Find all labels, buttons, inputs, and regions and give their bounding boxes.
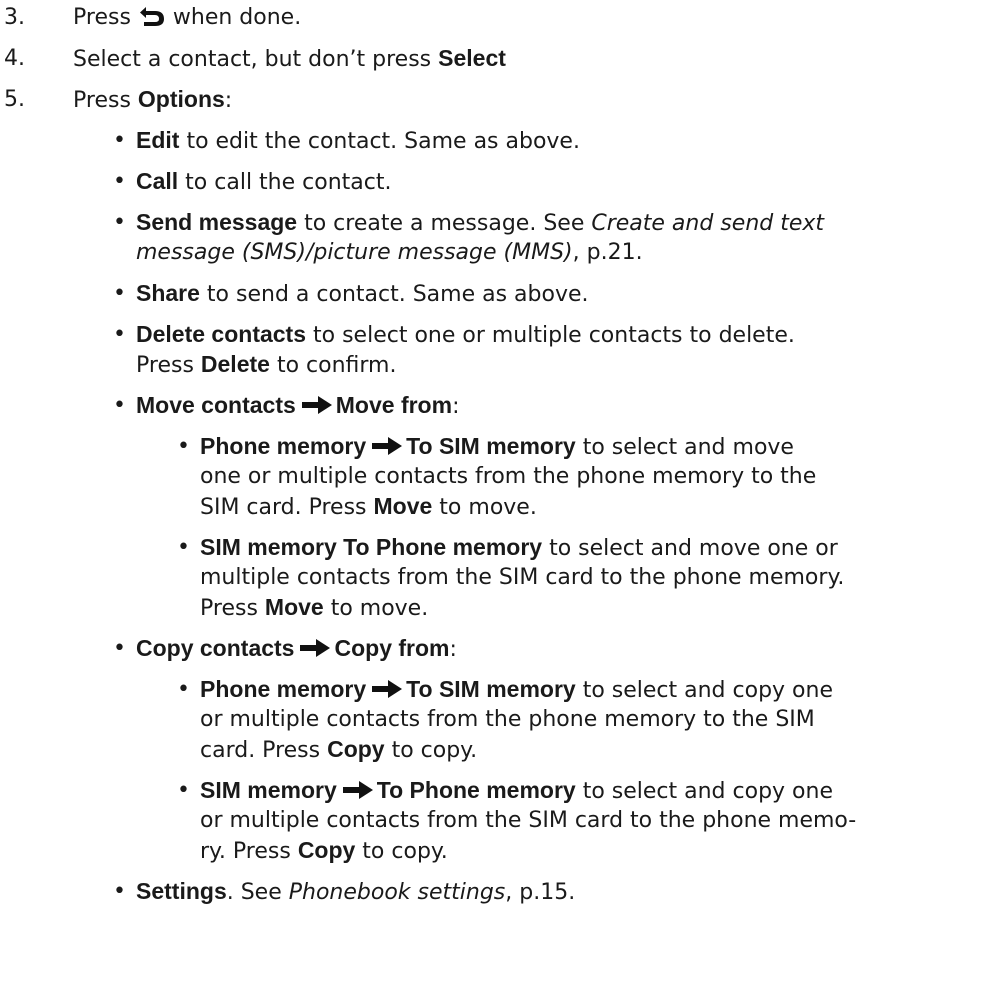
bullet: • — [177, 778, 190, 803]
step-number: 4. — [4, 46, 25, 71]
bullet: • — [113, 281, 126, 306]
bullet: • — [113, 169, 126, 194]
bullet: • — [177, 434, 190, 459]
bullet: • — [113, 322, 126, 347]
bullet: • — [113, 128, 126, 153]
right-arrow-icon — [300, 636, 331, 667]
bullet: • — [113, 393, 126, 418]
manual-page: { "steps": [ {"num": "3.", "pre": "Press… — [0, 0, 988, 990]
step-number: 3. — [4, 5, 25, 30]
step-number: 5. — [4, 87, 25, 112]
back-icon — [138, 5, 166, 36]
bullet: • — [177, 677, 190, 702]
bullet: • — [113, 636, 126, 661]
bullet: • — [113, 879, 126, 904]
bullet: • — [177, 535, 190, 560]
right-arrow-icon — [301, 393, 332, 424]
bullet: • — [113, 210, 126, 235]
